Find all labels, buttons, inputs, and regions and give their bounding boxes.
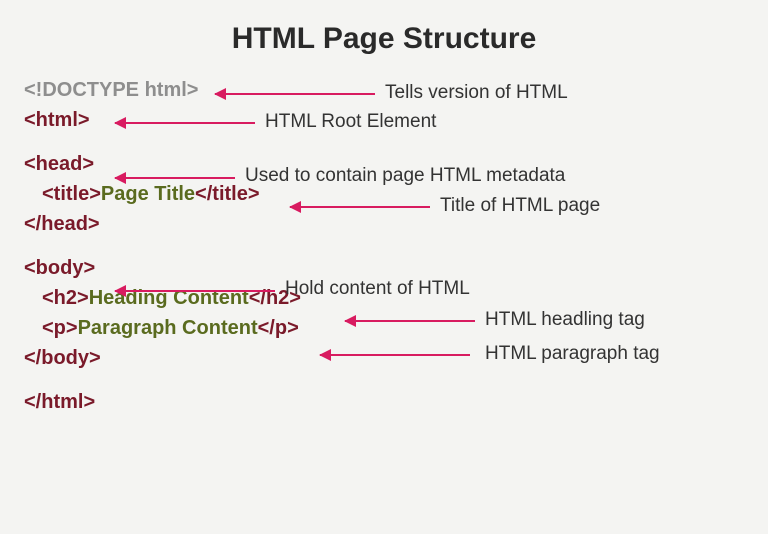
code-h2-open: <h2>	[42, 287, 89, 309]
arrow-icon	[290, 206, 430, 208]
arrow-icon	[115, 177, 235, 179]
annotation-title: Title of HTML page	[440, 195, 600, 217]
code-p-text: Paragraph Content	[78, 317, 258, 339]
annotation-html: HTML Root Element	[265, 111, 436, 133]
code-head-close: </head>	[24, 213, 100, 235]
annotation-h2: HTML headling tag	[485, 309, 645, 331]
annotation-body: Hold content of HTML	[285, 278, 470, 300]
code-p-close: </p>	[258, 317, 299, 339]
diagram-title: HTML Page Structure	[0, 0, 768, 66]
annotation-head: Used to contain page HTML metadata	[245, 165, 565, 187]
annotation-doctype: Tells version of HTML	[385, 82, 568, 104]
code-body-open: <body>	[24, 257, 95, 279]
arrow-icon	[345, 320, 475, 322]
annotation-p: HTML paragraph tag	[485, 343, 660, 365]
arrow-icon	[215, 93, 375, 95]
code-p-open: <p>	[42, 317, 78, 339]
code-html-close: </html>	[24, 391, 95, 413]
code-title-text: Page Title	[101, 183, 195, 205]
arrow-icon	[115, 290, 275, 292]
code-head-open: <head>	[24, 153, 94, 175]
code-block: <!DOCTYPE html> <html> <head> <title>Pag…	[24, 80, 301, 422]
arrow-icon	[320, 354, 470, 356]
arrow-icon	[115, 122, 255, 124]
code-body-close: </body>	[24, 347, 101, 369]
code-html-open: <html>	[24, 109, 90, 131]
code-doctype: <!DOCTYPE html>	[24, 79, 198, 101]
code-title-open: <title>	[42, 183, 101, 205]
